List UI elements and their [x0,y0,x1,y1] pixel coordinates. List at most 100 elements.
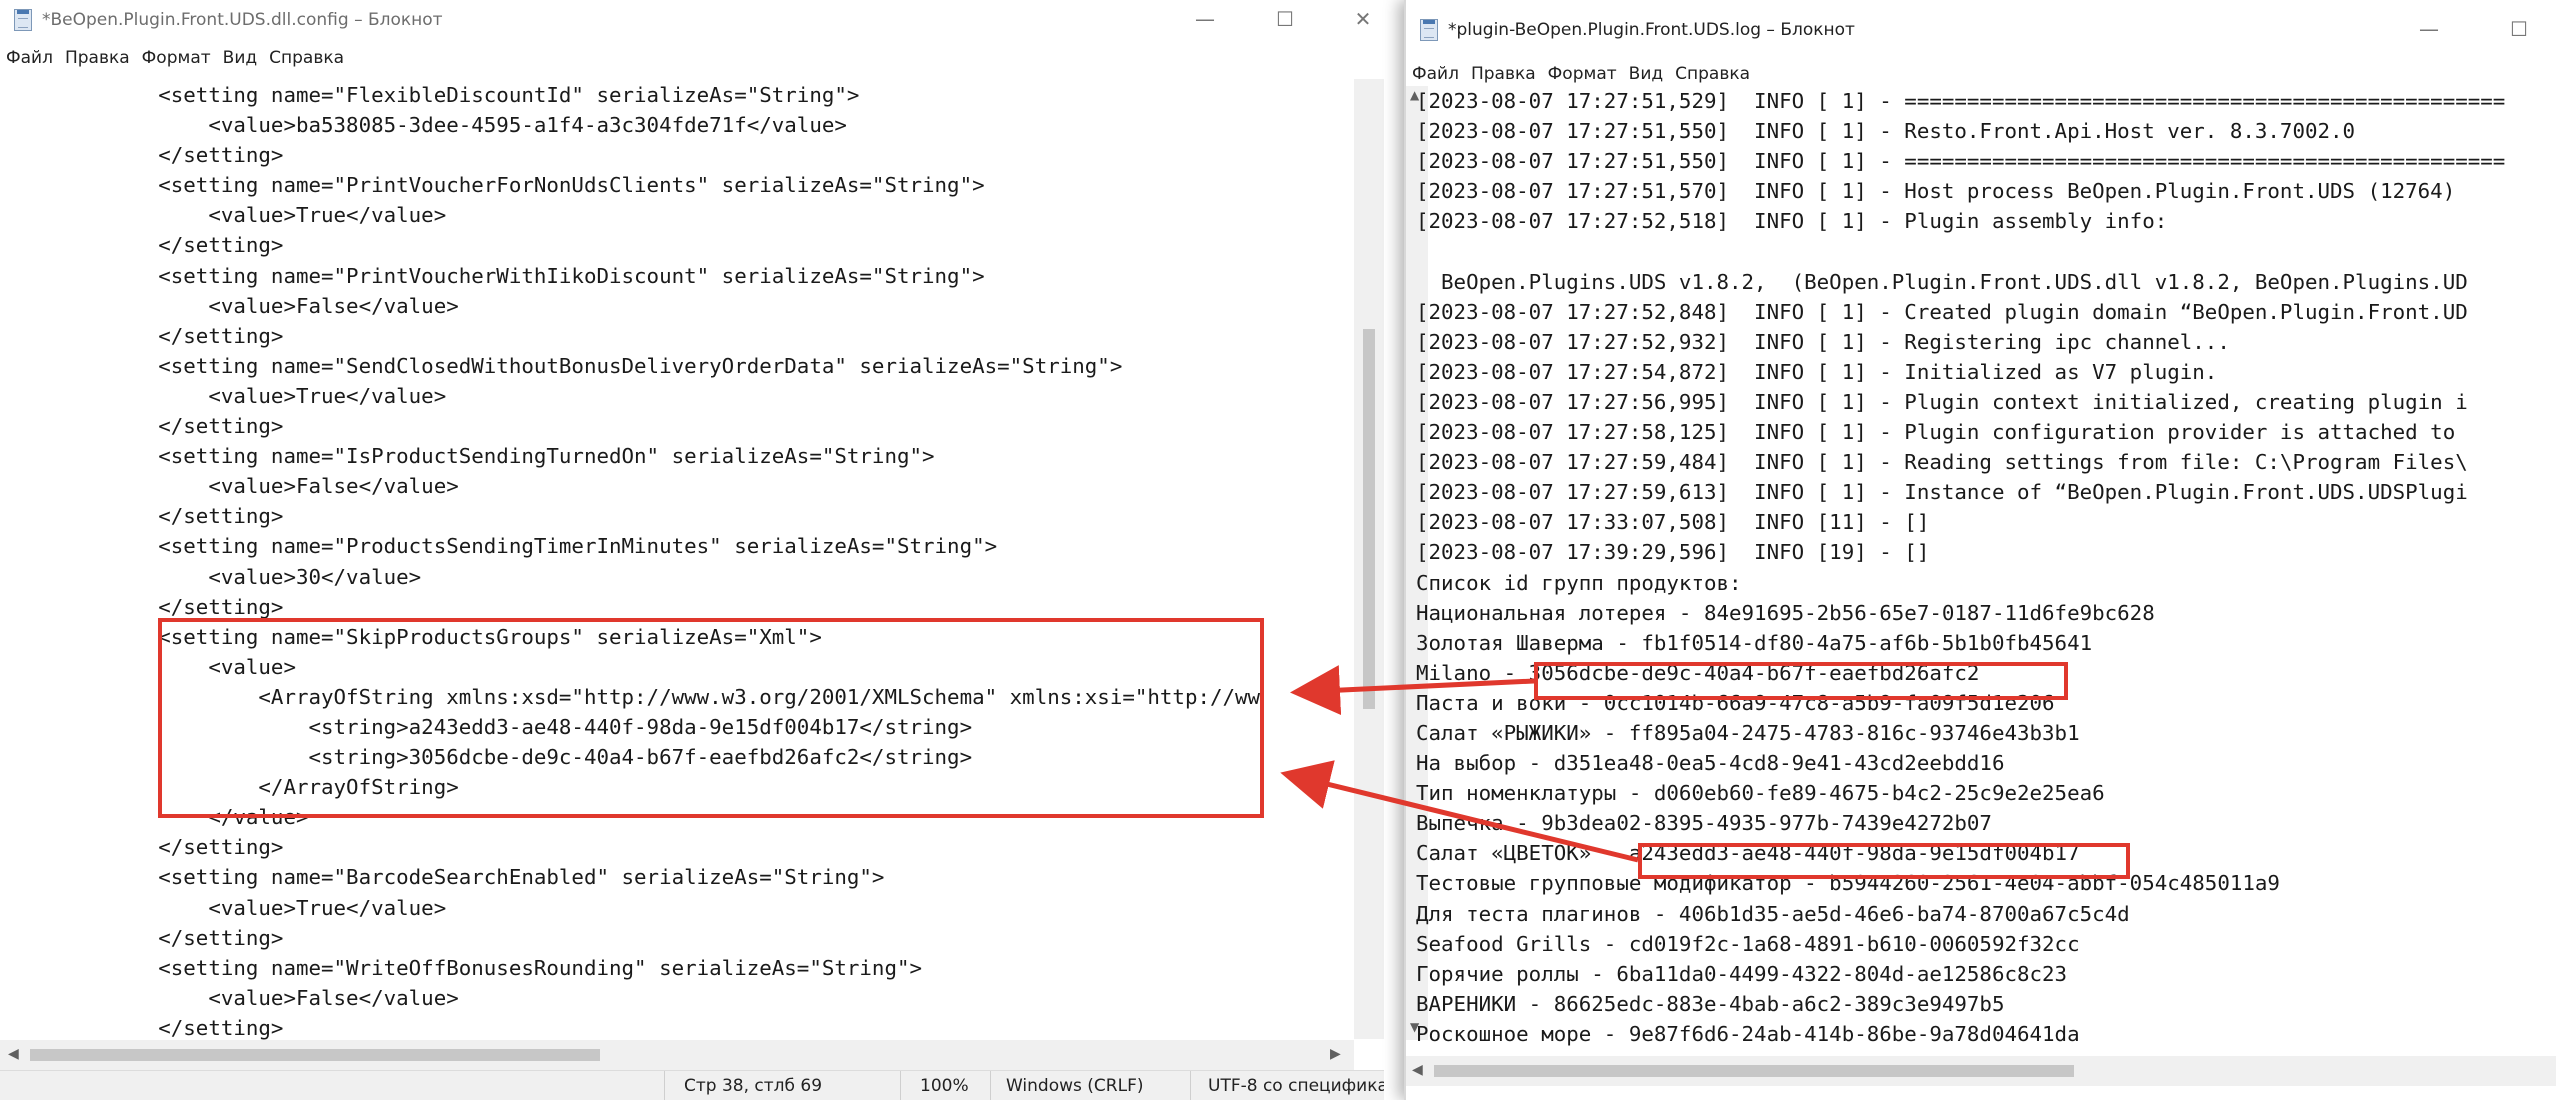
log-text-line: Роскошное море - 9e87f6d6-24ab-414b-86be… [1416,1021,2080,1046]
log-text-line: ВАРЕНИКИ - 86625edc-883e-4bab-a6c2-389c3… [1416,991,2005,1016]
status-encoding: UTF-8 со спецификацией [1208,1076,1384,1096]
status-separator [664,1071,665,1100]
menu-view[interactable]: Вид [223,44,257,72]
log-text-line: Салат «РЫЖИКИ» - ff895a04-2475-4783-816c… [1416,720,2080,745]
config-hscroll-thumb[interactable] [30,1049,600,1061]
log-horizontal-scrollbar[interactable]: ◀ [1406,1056,2556,1086]
log-text-line: Seafood Grills - cd019f2c-1a68-4891-b610… [1416,931,2080,956]
config-text-line: <value>True</value> [8,383,447,408]
minimize-button[interactable]: — [2396,10,2462,50]
log-text-line: BeOpen.Plugins.UDS v1.8.2, (BeOpen.Plugi… [1416,269,2468,294]
config-vscroll-thumb[interactable] [1363,329,1375,709]
config-text-line: <value>False</value> [8,474,459,499]
menu-help[interactable]: Справка [269,44,344,72]
status-separator [900,1071,901,1100]
config-text-line: <setting name="SendClosedWithoutBonusDel… [8,353,1123,378]
tsvetok-id-highlight-box [1638,843,2130,879]
maximize-button[interactable]: ☐ [1252,0,1318,40]
log-notepad-window: *plugin-BeOpen.Plugin.Front.UDS.log – Бл… [1404,0,2556,1100]
config-text-line: <setting name="FlexibleDiscountId" seria… [8,83,860,107]
log-text-line: Золотая Шаверма - fb1f0514-df80-4a75-af6… [1416,630,2093,655]
config-text-line: <value>True</value> [8,895,447,920]
close-button[interactable]: ✕ [1330,0,1384,40]
config-window-title: *BeOpen.Plugin.Front.UDS.dll.config – Бл… [42,10,443,30]
skip-groups-highlight-box [158,618,1264,818]
log-text-line: На выбор - d351ea48-0ea5-4cd8-9e41-43cd2… [1416,751,2005,776]
log-text-line: [2023-08-07 17:27:51,529] INFO [ 1] - ==… [1416,89,2506,113]
config-text-line: <setting name="PrintVoucherWithIikoDisco… [8,263,985,288]
log-text-line: [2023-08-07 17:27:52,848] INFO [ 1] - Cr… [1416,299,2468,324]
scroll-right-arrow-icon[interactable]: ▶ [1330,1046,1341,1062]
log-text-line: Тип номенклатуры - d060eb60-fe89-4675-b4… [1416,781,2105,806]
log-text-line: [2023-08-07 17:39:29,596] INFO [19] - [] [1416,540,1930,565]
config-menubar: Файл Правка Формат Вид Справка [0,44,1384,72]
log-text-line: [2023-08-07 17:27:58,125] INFO [ 1] - Pl… [1416,420,2456,445]
menu-edit[interactable]: Правка [1471,60,1536,88]
config-horizontal-scrollbar[interactable]: ◀ ▶ [0,1040,1354,1070]
config-text-line: <setting name="PrintVoucherForNonUdsClie… [8,173,985,198]
config-vertical-scrollbar[interactable] [1354,79,1384,1039]
status-zoom: 100% [920,1076,969,1096]
log-text-line: [2023-08-07 17:27:51,570] INFO [ 1] - Ho… [1416,179,2456,204]
config-text-line: </setting> [8,925,284,950]
config-notepad-window: *BeOpen.Plugin.Front.UDS.dll.config – Бл… [0,0,1384,1100]
config-text-line: <value>30</value> [8,564,422,589]
menu-file[interactable]: Файл [6,44,53,72]
log-text-line [1416,236,2505,266]
config-titlebar[interactable]: *BeOpen.Plugin.Front.UDS.dll.config – Бл… [0,0,1384,40]
status-line-endings: Windows (CRLF) [1006,1076,1144,1096]
menu-file[interactable]: Файл [1412,60,1459,88]
milano-id-highlight-box [1534,662,2068,700]
log-text-line: [2023-08-07 17:27:52,518] INFO [ 1] - Pl… [1416,209,2168,234]
log-text-line: Для теста плагинов - 406b1d35-ae5d-46e6-… [1416,901,2130,926]
notepad-icon [1420,19,1438,41]
notepad-icon [14,9,32,31]
config-text-line: <setting name="ProductsSendingTimerInMin… [8,534,998,559]
log-window-title: *plugin-BeOpen.Plugin.Front.UDS.log – Бл… [1448,20,1855,40]
log-text-line: Национальная лотерея - 84e91695-2b56-65e… [1416,600,2155,625]
log-menubar: Файл Правка Формат Вид Справка [1406,60,2556,88]
log-text-line: Горячие роллы - 6ba11da0-4499-4322-804d-… [1416,961,2068,986]
config-text-line: </setting> [8,1015,284,1040]
config-text-line: <value>False</value> [8,293,459,318]
config-text-line: </setting> [8,143,284,168]
config-text-area[interactable]: <setting name="FlexibleDiscountId" seria… [8,80,1260,1043]
log-text-line: [2023-08-07 17:27:54,872] INFO [ 1] - In… [1416,359,2218,384]
log-text-area[interactable]: [2023-08-07 17:27:51,529] INFO [ 1] - ==… [1416,86,2505,1049]
menu-edit[interactable]: Правка [65,44,130,72]
config-text-line: </setting> [8,835,284,860]
log-text-line: [2023-08-07 17:27:51,550] INFO [ 1] - ==… [1416,149,2506,174]
log-text-line: Выпечка - 9b3dea02-8395-4935-977b-7439e4… [1416,811,1992,836]
log-hscroll-thumb[interactable] [1434,1065,2074,1077]
config-text-line: <setting name="BarcodeSearchEnabled" ser… [8,865,885,890]
config-text-line: <setting name="IsProductSendingTurnedOn"… [8,444,935,469]
log-text-line: [2023-08-07 17:27:52,932] INFO [ 1] - Re… [1416,329,2230,354]
log-text-line: Список id групп продуктов: [1416,570,1742,595]
config-text-line: </setting> [8,233,284,258]
status-separator [990,1071,991,1100]
status-cursor-position: Стр 38, стлб 69 [684,1076,823,1096]
status-separator [1190,1071,1191,1100]
config-text-line: <value>ba538085-3dee-4595-a1f4-a3c304fde… [8,113,847,138]
maximize-button[interactable]: ☐ [2486,10,2552,50]
log-text-line: [2023-08-07 17:27:59,613] INFO [ 1] - In… [1416,480,2468,505]
menu-view[interactable]: Вид [1629,60,1663,88]
config-text-line: </setting> [8,504,284,529]
config-text-line: <value>True</value> [8,203,447,228]
log-titlebar[interactable]: *plugin-BeOpen.Plugin.Front.UDS.log – Бл… [1406,10,2556,50]
menu-help[interactable]: Справка [1675,60,1750,88]
menu-format[interactable]: Формат [1548,60,1617,88]
config-text-line: <setting name="WriteOffBonusesRounding" … [8,955,923,980]
log-text-line: [2023-08-07 17:27:56,995] INFO [ 1] - Pl… [1416,389,2468,414]
config-text-line: </setting> [8,414,284,439]
config-status-bar: Стр 38, стлб 69 100% Windows (CRLF) UTF-… [0,1070,1384,1100]
log-text-line: [2023-08-07 17:27:59,484] INFO [ 1] - Re… [1416,450,2468,475]
scroll-left-arrow-icon[interactable]: ◀ [8,1046,19,1062]
config-text-line: </setting> [8,323,284,348]
log-text-line: [2023-08-07 17:27:51,550] INFO [ 1] - Re… [1416,119,2356,144]
minimize-button[interactable]: — [1172,0,1238,40]
log-text-line: [2023-08-07 17:33:07,508] INFO [11] - [] [1416,510,1930,535]
menu-format[interactable]: Формат [142,44,211,72]
config-text-line: <value>False</value> [8,985,459,1010]
scroll-left-arrow-icon[interactable]: ◀ [1412,1062,1423,1078]
